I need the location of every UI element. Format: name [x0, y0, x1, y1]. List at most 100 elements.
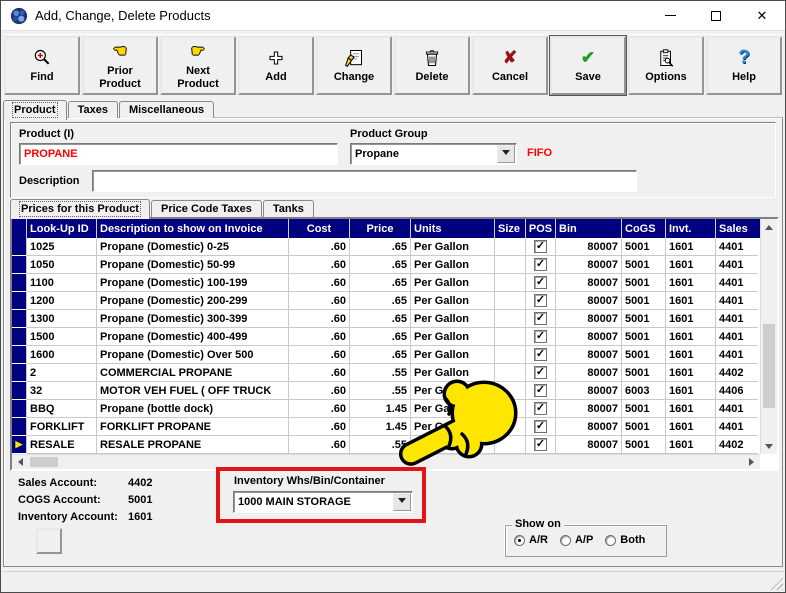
row-selector[interactable]	[12, 238, 27, 256]
table-row[interactable]: 32 MOTOR VEH FUEL ( OFF TRUCK .60 .55 Pe…	[12, 382, 760, 400]
options-button[interactable]: Options	[628, 36, 704, 95]
row-selector[interactable]	[12, 418, 27, 436]
pos-checkbox[interactable]: ✓	[534, 330, 547, 343]
table-row[interactable]: 2 COMMERCIAL PROPANE .60 .55 Per Gallon …	[12, 364, 760, 382]
radio-ap[interactable]: A/P	[560, 534, 593, 546]
save-button[interactable]: ✔ Save	[550, 36, 626, 95]
row-selector[interactable]	[12, 292, 27, 310]
pos-checkbox[interactable]: ✓	[534, 366, 547, 379]
tab-prices-for-product[interactable]: Prices for this Product	[10, 199, 150, 219]
pos-checkbox[interactable]: ✓	[534, 402, 547, 415]
row-selector[interactable]	[12, 328, 27, 346]
header-pos[interactable]: POS	[526, 219, 556, 238]
close-button[interactable]: ✕	[739, 1, 785, 30]
cell-units: Per Gallon	[411, 292, 495, 310]
table-row[interactable]: 1050 Propane (Domestic) 50-99 .60 .65 Pe…	[12, 256, 760, 274]
cancel-button[interactable]: ✘ Cancel	[472, 36, 548, 95]
row-selector[interactable]	[12, 364, 27, 382]
product-tab-page: Product (I) PROPANE Product Group Propan…	[3, 117, 783, 567]
header-cost[interactable]: Cost	[289, 219, 350, 238]
next-product-button[interactable]: ☛ Next Product	[160, 36, 236, 95]
inventory-container-dropdown-button[interactable]	[393, 493, 411, 511]
table-row[interactable]: 1500 Propane (Domestic) 400-499 .60 .65 …	[12, 328, 760, 346]
add-button[interactable]: Add	[238, 36, 314, 95]
radio-both-icon	[605, 535, 616, 546]
header-bin[interactable]: Bin	[556, 219, 622, 238]
tab-price-code-taxes[interactable]: Price Code Taxes	[151, 200, 262, 217]
vertical-scroll-track[interactable]	[761, 234, 777, 439]
scroll-down-button[interactable]	[761, 439, 777, 454]
row-selector[interactable]	[12, 310, 27, 328]
pos-checkbox[interactable]: ✓	[534, 294, 547, 307]
product-group-dropdown[interactable]: Propane	[350, 143, 517, 165]
inventory-container-dropdown[interactable]: 1000 MAIN STORAGE	[233, 491, 413, 513]
table-row[interactable]: 1100 Propane (Domestic) 100-199 .60 .65 …	[12, 274, 760, 292]
header-invt[interactable]: Invt.	[666, 219, 716, 238]
prior-product-button[interactable]: ☚ Prior Product	[82, 36, 158, 95]
cell-lookup-id: 1050	[27, 256, 97, 274]
table-row[interactable]: 1600 Propane (Domestic) Over 500 .60 .65…	[12, 346, 760, 364]
row-selector[interactable]	[12, 346, 27, 364]
price-grid: Look-Up ID Description to show on Invoic…	[10, 217, 779, 471]
cell-bin: 80007	[556, 382, 622, 400]
tab-miscellaneous[interactable]: Miscellaneous	[119, 101, 214, 118]
table-row[interactable]: ▶ RESALE RESALE PROPANE .60 .55 Per Gall…	[12, 436, 760, 454]
cell-description: Propane (bottle dock)	[97, 400, 289, 418]
pos-checkbox[interactable]: ✓	[534, 312, 547, 325]
header-description[interactable]: Description to show on Invoice	[97, 219, 289, 238]
cell-lookup-id: BBQ	[27, 400, 97, 418]
scroll-right-button[interactable]	[744, 455, 760, 469]
maximize-button[interactable]	[693, 1, 739, 30]
pos-checkbox[interactable]: ✓	[534, 438, 547, 451]
product-input[interactable]: PROPANE	[19, 143, 338, 165]
resize-grip[interactable]	[769, 576, 783, 590]
header-size[interactable]: Size	[495, 219, 526, 238]
tab-taxes[interactable]: Taxes	[68, 101, 118, 118]
radio-ar[interactable]: A/R	[514, 534, 548, 546]
table-row[interactable]: BBQ Propane (bottle dock) .60 1.45 Per G…	[12, 400, 760, 418]
header-cogs[interactable]: CoGS	[622, 219, 666, 238]
row-selector[interactable]	[12, 400, 27, 418]
header-units[interactable]: Units	[411, 219, 495, 238]
cell-units: Per Gallon	[411, 310, 495, 328]
change-button[interactable]: Change	[316, 36, 392, 95]
scroll-up-button[interactable]	[761, 219, 777, 234]
row-selector[interactable]	[12, 382, 27, 400]
table-row[interactable]: FORKLIFT FORKLIFT PROPANE .60 1.45 Per G…	[12, 418, 760, 436]
product-group-dropdown-button[interactable]	[497, 145, 515, 163]
cell-units: Per Gallon	[411, 346, 495, 364]
find-button[interactable]: Find	[4, 36, 80, 95]
help-button[interactable]: ? Help	[706, 36, 782, 95]
row-selector[interactable]	[12, 274, 27, 292]
scroll-left-button[interactable]	[12, 455, 28, 469]
tab-product[interactable]: Product	[3, 100, 67, 120]
pos-checkbox[interactable]: ✓	[534, 420, 547, 433]
table-row[interactable]: 1025 Propane (Domestic) 0-25 .60 .65 Per…	[12, 238, 760, 256]
table-row[interactable]: 1300 Propane (Domestic) 300-399 .60 .65 …	[12, 310, 760, 328]
pos-checkbox[interactable]: ✓	[534, 276, 547, 289]
blank-button[interactable]	[36, 528, 62, 554]
pos-checkbox[interactable]: ✓	[534, 240, 547, 253]
row-selector[interactable]: ▶	[12, 436, 27, 454]
table-row[interactable]: 1200 Propane (Domestic) 200-299 .60 .65 …	[12, 292, 760, 310]
pos-checkbox[interactable]: ✓	[534, 384, 547, 397]
row-selector[interactable]	[12, 256, 27, 274]
cell-description: MOTOR VEH FUEL ( OFF TRUCK	[97, 382, 289, 400]
pos-checkbox[interactable]: ✓	[534, 258, 547, 271]
pos-checkbox[interactable]: ✓	[534, 348, 547, 361]
radio-both[interactable]: Both	[605, 534, 645, 546]
cell-cost: .60	[289, 256, 350, 274]
minimize-button[interactable]	[647, 1, 693, 30]
header-sales[interactable]: Sales	[716, 219, 758, 238]
description-input[interactable]	[92, 170, 637, 192]
cell-cogs: 5001	[622, 256, 666, 274]
vertical-scroll-thumb[interactable]	[763, 324, 775, 408]
cell-cogs: 5001	[622, 292, 666, 310]
delete-button[interactable]: Delete	[394, 36, 470, 95]
cell-cogs: 5001	[622, 274, 666, 292]
header-price[interactable]: Price	[350, 219, 411, 238]
horizontal-scroll-thumb[interactable]	[30, 457, 58, 467]
vertical-scrollbar[interactable]	[760, 219, 777, 454]
tab-tanks[interactable]: Tanks	[263, 200, 314, 217]
header-lookup-id[interactable]: Look-Up ID	[27, 219, 97, 238]
